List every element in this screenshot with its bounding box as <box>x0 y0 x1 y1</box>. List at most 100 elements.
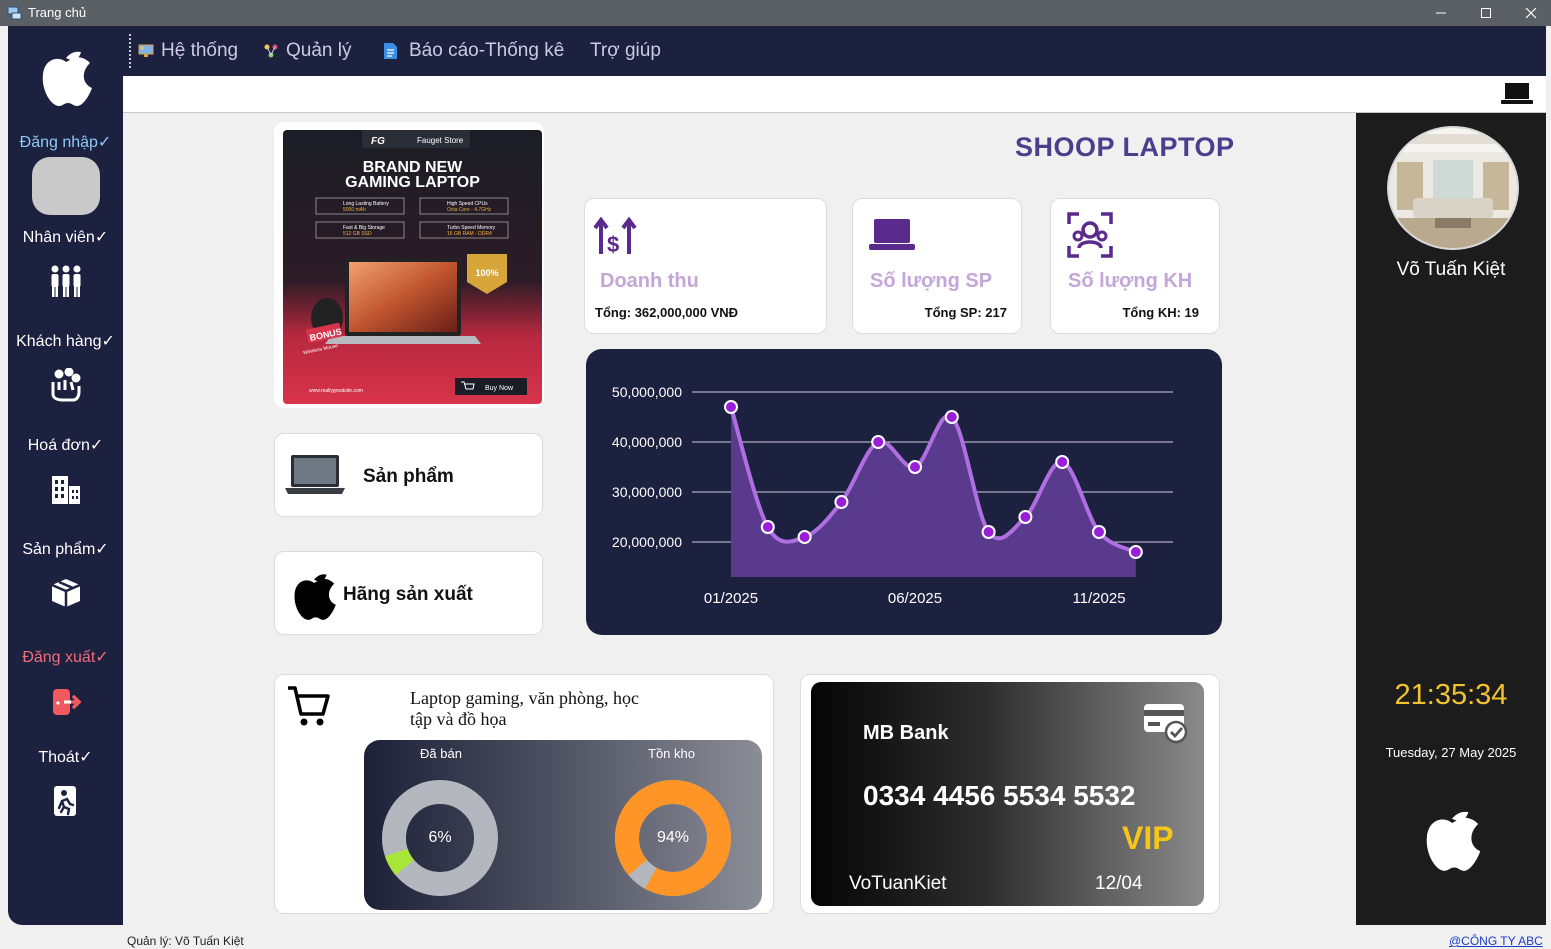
exit-icon[interactable] <box>8 784 123 818</box>
menu-he-thong-label: Hệ thống <box>161 40 239 61</box>
close-icon <box>1525 7 1537 19</box>
card-expiry: 12/04 <box>1095 873 1143 894</box>
revenue-chart: 50,000,000 40,000,000 30,000,000 20,000,000… <box>586 349 1222 635</box>
feature-2-value: Octa Core - 4.7GHz <box>447 207 492 213</box>
menu-bar: Hệ thống Quản lý Báo cáo-Thống kê Trợ gi… <box>123 26 1546 76</box>
sold-label: Đã bán <box>420 746 462 761</box>
status-manager: Quản lý: Võ Tuấn Kiệt <box>127 934 244 948</box>
menu-tro-giup[interactable]: Trợ giúp <box>590 40 661 62</box>
profile-panel: Võ Tuấn Kiệt 21:35:34 Tuesday, 27 May 20… <box>1356 113 1546 925</box>
data-point <box>981 525 996 539</box>
data-point <box>908 460 922 474</box>
x-tick-label: 11/2025 <box>1072 590 1125 607</box>
sidebar-item-hoa-don[interactable]: Hoá đơn✓ <box>8 435 123 455</box>
data-point <box>944 410 959 424</box>
x-tick-label: 06/2025 <box>888 590 942 607</box>
menu-bao-cao-label: Báo cáo-Thống kê <box>409 40 565 61</box>
customer-count-title: Số lượng KH <box>1068 270 1193 292</box>
data-point <box>760 520 775 534</box>
bank-card: MB Bank 0334 4456 5534 5532 VIP VoTuanKi… <box>811 682 1204 906</box>
data-point <box>1018 510 1033 524</box>
user-placeholder-icon[interactable] <box>8 157 123 215</box>
feature-3-value: 512 GB SSD <box>343 231 372 237</box>
menu-he-thong[interactable]: Hệ thống <box>138 40 238 62</box>
company-link[interactable]: @CÔNG TY ABC <box>1449 934 1543 948</box>
x-tick-label: 01/2025 <box>704 590 758 607</box>
laptop-icon <box>285 455 345 494</box>
data-point <box>871 435 886 449</box>
revenue-arrow-icon: $ <box>593 216 637 256</box>
menu-quan-ly[interactable]: Quản lý <box>263 40 351 62</box>
main-content: FG Fauget Store BRAND NEW GAMING LAPTOP … <box>123 113 1356 925</box>
guarantee-badge: 100% <box>475 268 498 278</box>
face-scan-icon <box>1067 212 1113 258</box>
sidebar-item-thoat[interactable]: Thoát✓ <box>8 747 123 767</box>
feature-1-value: 5000 mAh <box>343 207 366 213</box>
clock-date: Tuesday, 27 May 2025 <box>1385 745 1517 760</box>
stock-percent: 94% <box>656 829 690 846</box>
products-button[interactable]: Sản phẩm <box>274 433 543 517</box>
stock-label: Tồn kho <box>648 746 695 761</box>
products-button-label: Sản phẩm <box>363 466 454 487</box>
apple-logo-icon <box>294 574 336 620</box>
y-tick-label: 20,000,000 <box>612 534 682 550</box>
maximize-button[interactable] <box>1463 0 1509 26</box>
sidebar-item-khach-hang[interactable]: Khách hàng✓ <box>8 331 123 351</box>
card-tier: VIP <box>1122 820 1174 856</box>
report-icon <box>384 43 397 59</box>
banner-card: FG Fauget Store BRAND NEW GAMING LAPTOP … <box>274 122 544 408</box>
sold-percent: 6% <box>428 829 452 846</box>
card-number: 0334 4456 5534 5532 <box>863 780 1136 811</box>
app-icon <box>7 6 22 20</box>
sidebar-item-san-pham[interactable]: Sản phẩm✓ <box>8 539 123 559</box>
sidebar-item-dang-xuat[interactable]: Đăng xuất✓ <box>8 647 123 667</box>
maximize-icon <box>1481 8 1491 18</box>
window-title-bar: Trang chủ <box>0 0 1551 26</box>
inventory-summary-card: Laptop gaming, văn phòng, học tập và đồ … <box>274 674 774 914</box>
bank-name: MB Bank <box>863 722 949 744</box>
laptop-icon[interactable] <box>1501 82 1533 106</box>
card-check-icon <box>1144 704 1188 744</box>
data-point <box>797 530 812 544</box>
menu-grip[interactable] <box>129 34 132 68</box>
gaming-laptop-banner[interactable]: FG Fauget Store BRAND NEW GAMING LAPTOP … <box>283 130 542 404</box>
revenue-card[interactable]: $ Doanh thu Tổng: 362,000,000 VNĐ <box>584 198 827 334</box>
data-point <box>1092 525 1106 539</box>
menu-quan-ly-label: Quản lý <box>286 40 352 61</box>
sidebar-item-dang-nhap[interactable]: Đăng nhập✓ <box>8 132 123 152</box>
banner-brand: Fauget Store <box>417 136 464 145</box>
product-count-total: Tổng SP: 217 <box>924 305 1007 320</box>
customer-count-card[interactable]: Số lượng KH Tổng KH: 19 <box>1050 198 1220 334</box>
customer-count-total: Tổng KH: 19 <box>1122 305 1199 320</box>
status-bar: Quản lý: Võ Tuấn Kiệt @CÔNG TY ABC <box>0 925 1551 949</box>
building-icon[interactable] <box>8 474 123 506</box>
data-point <box>1128 545 1143 559</box>
profile-name: Võ Tuấn Kiệt <box>1396 259 1506 280</box>
minimize-button[interactable] <box>1418 0 1464 26</box>
buy-now-label: Buy Now <box>485 385 514 392</box>
apple-logo-icon <box>1426 811 1481 871</box>
product-count-card[interactable]: Số lượng SP Tổng SP: 217 <box>852 198 1022 334</box>
manufacturers-button[interactable]: Hãng sản xuất <box>274 551 543 635</box>
sidebar-item-nhan-vien[interactable]: Nhân viên✓ <box>8 227 123 247</box>
data-point <box>1055 455 1070 469</box>
y-tick-label: 50,000,000 <box>612 384 682 400</box>
y-tick-label: 40,000,000 <box>612 434 682 450</box>
shopping-cart-icon <box>288 686 330 726</box>
menu-bao-cao[interactable]: Báo cáo-Thống kê <box>382 40 564 62</box>
close-button[interactable] <box>1508 0 1551 26</box>
profile-avatar[interactable] <box>1387 126 1519 250</box>
logout-icon[interactable] <box>8 686 123 718</box>
card-holder: VoTuanKiet <box>849 873 947 894</box>
hand-people-icon[interactable] <box>8 368 123 402</box>
box-icon[interactable] <box>8 577 123 609</box>
people-group-icon[interactable] <box>8 264 123 298</box>
bank-card-panel: MB Bank 0334 4456 5534 5532 VIP VoTuanKi… <box>800 674 1220 914</box>
manufacturers-button-label: Hãng sản xuất <box>343 584 473 605</box>
y-tick-label: 30,000,000 <box>612 484 682 500</box>
data-point <box>834 495 849 509</box>
revenue-chart-svg: 50,000,000 40,000,000 30,000,000 20,000,000… <box>612 384 1173 607</box>
clock-time: 21:35:34 <box>1394 679 1508 711</box>
banner-website: www.reallygreatsite.com <box>309 388 363 394</box>
revenue-total: Tổng: 362,000,000 VNĐ <box>595 305 739 320</box>
